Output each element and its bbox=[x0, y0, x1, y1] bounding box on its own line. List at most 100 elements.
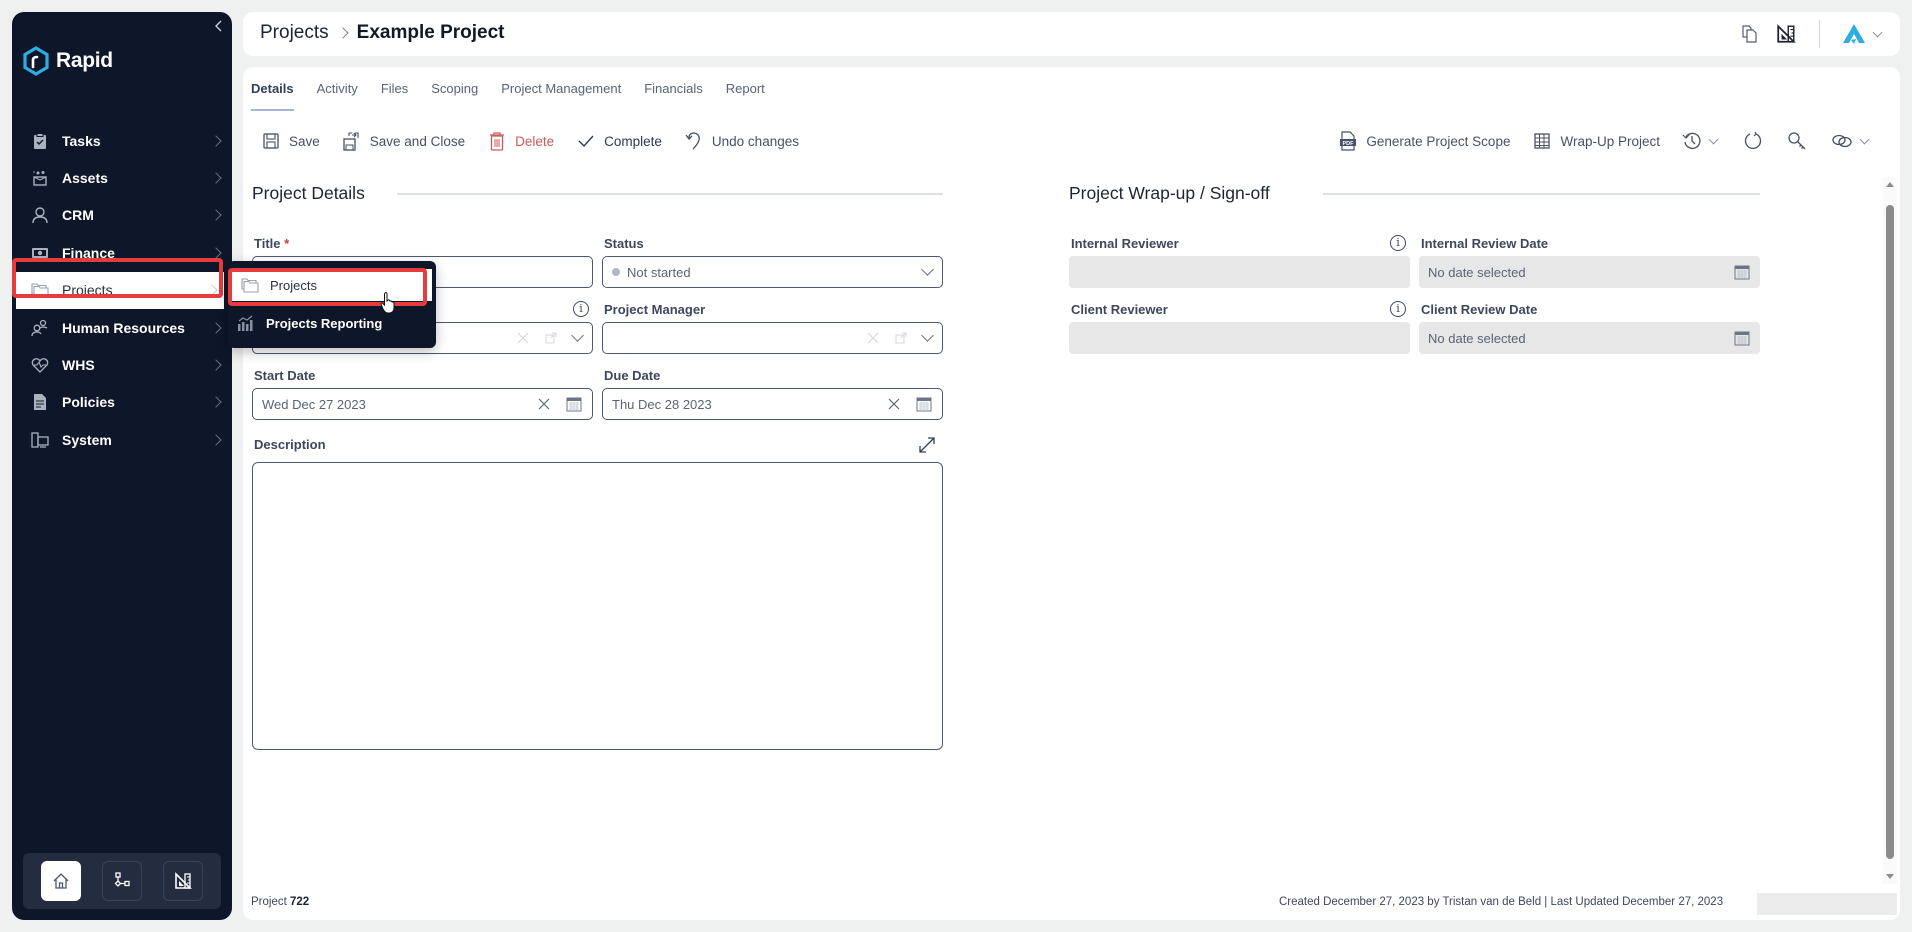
tab-activity[interactable]: Activity bbox=[317, 79, 358, 111]
internal-review-date-value: No date selected bbox=[1428, 264, 1526, 280]
required-asterisk: * bbox=[284, 236, 290, 251]
submenu-item-projects[interactable]: Projects bbox=[232, 269, 432, 301]
info-icon[interactable]: i bbox=[1390, 301, 1406, 317]
calendar-icon[interactable] bbox=[916, 396, 932, 412]
checkmark-icon bbox=[576, 131, 596, 151]
breadcrumb-separator-icon bbox=[336, 27, 349, 39]
dock-tools-button[interactable] bbox=[162, 861, 203, 901]
sidebar-item-assets[interactable]: Assets bbox=[12, 159, 232, 196]
sidebar-item-policies[interactable]: Policies bbox=[12, 384, 232, 421]
sidebar-item-tasks[interactable]: Tasks bbox=[12, 122, 232, 159]
sidebar-nav: Tasks Assets CRM Finance Projects Human … bbox=[12, 122, 232, 459]
clear-icon[interactable] bbox=[867, 332, 879, 344]
open-external-icon[interactable] bbox=[895, 332, 907, 344]
expand-editor-button[interactable] bbox=[918, 436, 936, 459]
chevron-down-icon bbox=[1708, 134, 1719, 144]
pdf-icon: PDF bbox=[1338, 131, 1358, 151]
undo-changes-button[interactable]: Undo changes bbox=[684, 131, 799, 151]
client-reviewer-label: Client Reviewer bbox=[1071, 302, 1168, 317]
clear-icon[interactable] bbox=[538, 398, 550, 410]
sidebar-item-projects[interactable]: Projects bbox=[16, 271, 224, 309]
calendar-icon bbox=[1734, 331, 1750, 346]
expand-icon bbox=[919, 437, 935, 453]
refresh-button[interactable] bbox=[1743, 131, 1763, 151]
project-manager-select[interactable] bbox=[602, 322, 943, 354]
tools-button[interactable] bbox=[1775, 23, 1797, 45]
audit-footer: Created December 27, 2023 by Tristan van… bbox=[1279, 896, 1724, 908]
description-textarea[interactable] bbox=[252, 462, 943, 750]
set-square-icon bbox=[1777, 24, 1796, 43]
vertical-scrollbar[interactable] bbox=[1883, 177, 1897, 884]
sidebar-item-human-resources[interactable]: Human Resources bbox=[12, 309, 232, 346]
project-manager-label: Project Manager bbox=[604, 302, 706, 317]
save-close-icon bbox=[342, 131, 362, 151]
client-review-date-value: No date selected bbox=[1428, 330, 1526, 346]
links-dropdown-button[interactable] bbox=[1831, 133, 1870, 149]
banknote-icon bbox=[30, 243, 50, 263]
footer-overlay bbox=[1757, 893, 1897, 915]
chevron-down-icon bbox=[1859, 134, 1870, 144]
user-menu-button[interactable] bbox=[1842, 23, 1886, 45]
sidebar-item-finance[interactable]: Finance bbox=[12, 234, 232, 271]
delete-button[interactable]: Delete bbox=[487, 131, 554, 151]
chevron-down-icon bbox=[921, 263, 934, 276]
tab-files[interactable]: Files bbox=[381, 79, 408, 111]
header-divider bbox=[1819, 20, 1820, 48]
header-actions bbox=[1739, 20, 1886, 48]
breadcrumb-projects-link[interactable]: Projects bbox=[260, 22, 329, 44]
delete-label: Delete bbox=[515, 133, 555, 149]
start-date-input[interactable]: Wed Dec 27 2023 bbox=[252, 388, 593, 420]
internal-reviewer-field bbox=[1069, 256, 1410, 288]
dock-workflow-button[interactable] bbox=[101, 861, 142, 901]
open-external-icon[interactable] bbox=[545, 332, 557, 344]
tab-details[interactable]: Details bbox=[251, 79, 294, 111]
tab-project-management[interactable]: Project Management bbox=[501, 79, 621, 111]
due-date-value: Thu Dec 28 2023 bbox=[612, 396, 712, 412]
project-number: 722 bbox=[290, 896, 310, 908]
submenu-item-projects-reporting[interactable]: Projects Reporting bbox=[228, 307, 436, 339]
history-dropdown-button[interactable] bbox=[1682, 131, 1719, 151]
dock-home-button[interactable] bbox=[41, 861, 82, 901]
tab-financials[interactable]: Financials bbox=[644, 79, 703, 111]
chevron-right-icon bbox=[210, 209, 222, 222]
link-icon bbox=[1832, 134, 1852, 148]
collapse-sidebar-button[interactable] bbox=[212, 20, 226, 34]
clear-icon[interactable] bbox=[517, 332, 529, 344]
chevron-down-icon bbox=[1872, 27, 1883, 37]
scroll-thumb[interactable] bbox=[1886, 205, 1894, 859]
status-select[interactable]: Not started bbox=[602, 256, 943, 288]
chevron-right-icon bbox=[210, 396, 222, 409]
tab-scoping[interactable]: Scoping bbox=[431, 79, 478, 111]
info-icon[interactable]: i bbox=[573, 301, 589, 317]
save-and-close-button[interactable]: Save and Close bbox=[342, 131, 465, 151]
sidebar-item-system[interactable]: System bbox=[12, 421, 232, 458]
svg-text:PDF: PDF bbox=[1343, 141, 1355, 147]
internal-reviewer-label: Internal Reviewer bbox=[1071, 236, 1179, 251]
history-icon bbox=[1682, 132, 1701, 150]
breadcrumb: Projects Example Project bbox=[260, 22, 504, 44]
info-icon[interactable]: i bbox=[1390, 235, 1406, 251]
scroll-up-arrow-icon[interactable] bbox=[1886, 182, 1894, 187]
sidebar-item-crm[interactable]: CRM bbox=[12, 197, 232, 234]
chevron-right-icon bbox=[206, 284, 218, 296]
clear-icon[interactable] bbox=[888, 398, 900, 410]
copy-button[interactable] bbox=[1739, 23, 1761, 45]
save-button[interactable]: Save bbox=[261, 131, 320, 151]
brand-logo[interactable]: Rapid bbox=[22, 46, 113, 76]
complete-label: Complete bbox=[604, 133, 662, 149]
chevron-right-icon bbox=[210, 135, 222, 147]
projects-submenu: Projects Projects Reporting bbox=[228, 261, 436, 348]
people-icon bbox=[30, 318, 50, 338]
chevron-left-icon bbox=[215, 20, 222, 32]
calendar-icon[interactable] bbox=[566, 396, 582, 412]
tab-report[interactable]: Report bbox=[726, 79, 765, 111]
wrap-up-project-button[interactable]: Wrap-Up Project bbox=[1532, 131, 1660, 151]
complete-button[interactable]: Complete bbox=[576, 131, 662, 151]
permissions-button[interactable] bbox=[1787, 131, 1807, 151]
workflow-icon bbox=[114, 872, 130, 887]
scroll-down-arrow-icon[interactable] bbox=[1886, 874, 1894, 879]
sidebar-item-whs[interactable]: WHS bbox=[12, 346, 232, 383]
generate-project-scope-button[interactable]: PDF Generate Project Scope bbox=[1338, 131, 1510, 151]
due-date-input[interactable]: Thu Dec 28 2023 bbox=[602, 388, 943, 420]
heart-pulse-icon bbox=[30, 355, 50, 375]
